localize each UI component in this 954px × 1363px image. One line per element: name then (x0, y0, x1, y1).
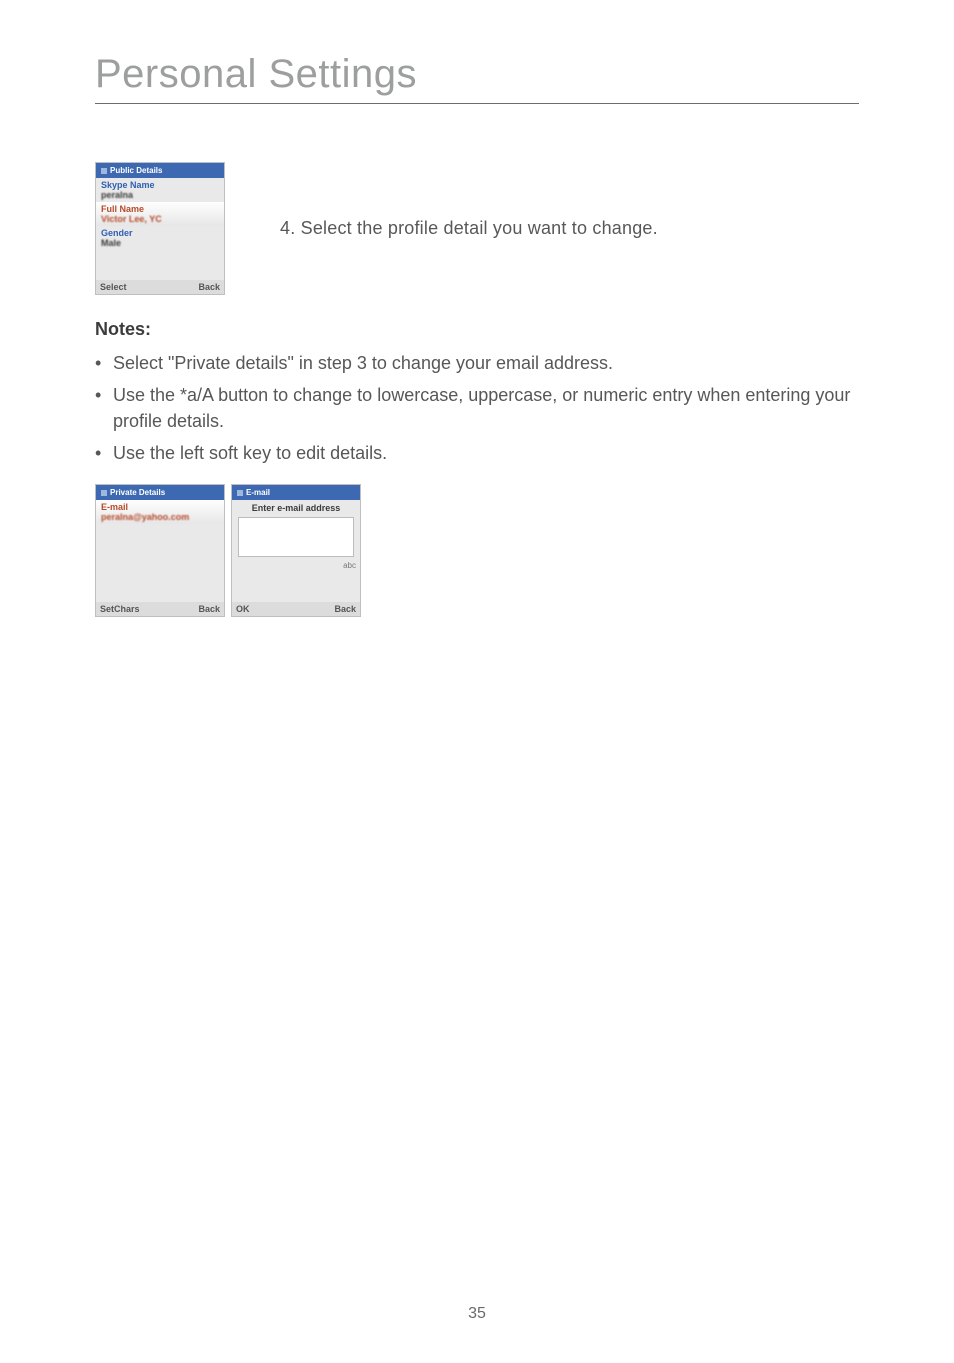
mock1-f2-value: Victor Lee, YC (101, 214, 162, 224)
mock1-soft-left: Select (100, 282, 127, 292)
mock-row-2: Private Details E-mail peralna@yahoo.com… (95, 484, 859, 617)
step-row: Public Details Skype Name peralna Full N… (95, 162, 859, 295)
mock3-abc: abc (343, 561, 360, 570)
mock1-f1-value: peralna (101, 190, 133, 200)
mock3-soft-left: OK (236, 604, 250, 614)
mock-private-details: Private Details E-mail peralna@yahoo.com… (95, 484, 225, 617)
mock2-soft-right: Back (198, 604, 220, 614)
step-4-text: 4. Select the profile detail you want to… (280, 218, 658, 239)
mock1-field-fullname: Full Name Victor Lee, YC (96, 202, 224, 226)
note-item: Use the *a/A button to change to lowerca… (95, 382, 859, 434)
mock3-softkeys: OK Back (232, 602, 360, 616)
mock1-f2-label: Full Name (101, 204, 219, 214)
mock3-header: E-mail (246, 488, 270, 497)
page-number: 35 (0, 1305, 954, 1323)
square-icon (237, 490, 243, 496)
note-item: Use the left soft key to edit details. (95, 440, 859, 466)
mock1-header-bar: Public Details (96, 163, 224, 178)
page-title: Personal Settings (95, 52, 859, 97)
title-rule (95, 103, 859, 104)
mock2-softkeys: SetChars Back (96, 602, 224, 616)
mock3-header-bar: E-mail (232, 485, 360, 500)
notes-heading: Notes: (95, 319, 859, 340)
mock1-softkeys: Select Back (96, 280, 224, 294)
note-item: Select "Private details" in step 3 to ch… (95, 350, 859, 376)
mock1-field-gender: Gender Male (96, 226, 224, 250)
mock2-f1-value: peralna@yahoo.com (101, 512, 189, 522)
mock1-f1-label: Skype Name (101, 180, 219, 190)
mock3-input (238, 517, 354, 557)
mock3-soft-right: Back (334, 604, 356, 614)
mock1-f3-value: Male (101, 238, 121, 248)
mock2-header-bar: Private Details (96, 485, 224, 500)
mock2-field-email: E-mail peralna@yahoo.com (96, 500, 224, 524)
mock1-header: Public Details (110, 166, 162, 175)
mock-public-details: Public Details Skype Name peralna Full N… (95, 162, 225, 295)
mock2-soft-left: SetChars (100, 604, 140, 614)
notes-list: Select "Private details" in step 3 to ch… (95, 350, 859, 466)
square-icon (101, 168, 107, 174)
square-icon (101, 490, 107, 496)
mock-email-entry: E-mail Enter e-mail address abc OK Back (231, 484, 361, 617)
mock1-soft-right: Back (198, 282, 220, 292)
mock1-f3-label: Gender (101, 228, 219, 238)
mock2-header: Private Details (110, 488, 165, 497)
mock1-field-skype: Skype Name peralna (96, 178, 224, 202)
mock2-f1-label: E-mail (101, 502, 219, 512)
mock3-prompt: Enter e-mail address (232, 500, 360, 513)
